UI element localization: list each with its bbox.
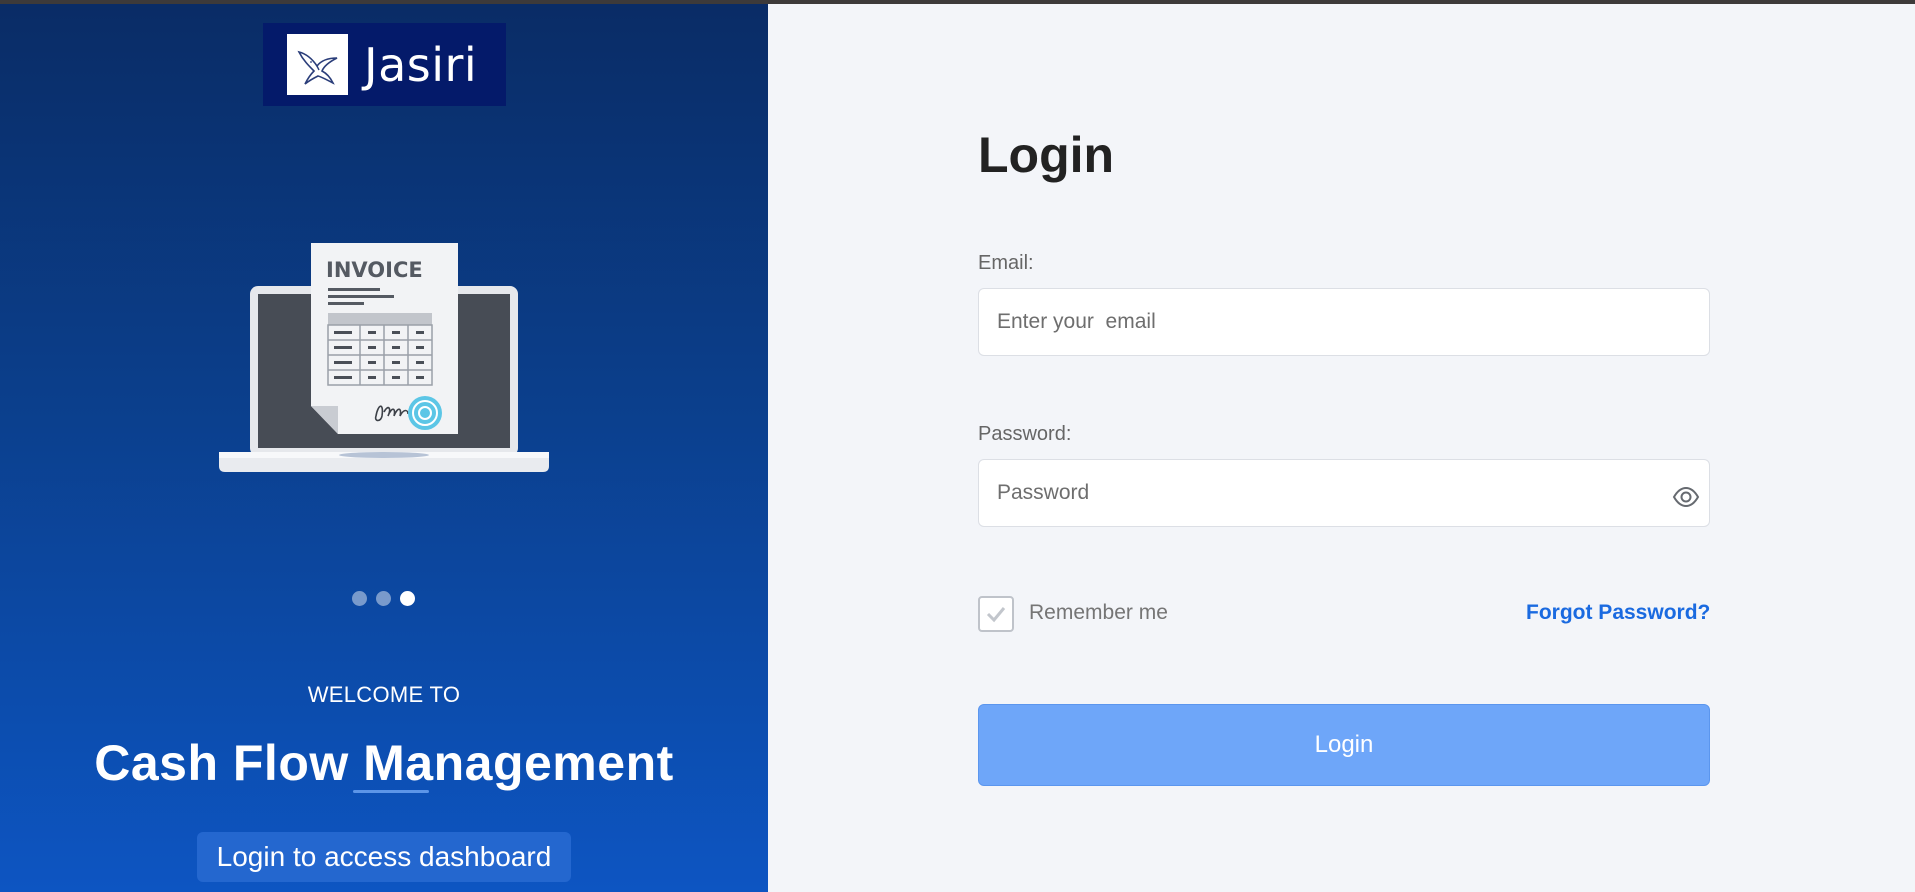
title-underline <box>353 790 429 793</box>
branding-panel: Jasiri INVOICE WELCOME TO Cash Flow Mana… <box>0 4 768 892</box>
carousel-dot-2[interactable] <box>376 591 391 606</box>
eagle-icon <box>287 34 348 95</box>
dashboard-login-button[interactable]: Login to access dashboard <box>197 832 571 882</box>
check-icon <box>986 607 1006 623</box>
carousel-indicators <box>352 591 415 606</box>
welcome-kicker: WELCOME TO <box>307 682 461 707</box>
app-title: Cash Flow Management <box>94 735 674 791</box>
email-label: Email: <box>978 252 1034 274</box>
brand-logo: Jasiri <box>263 23 506 106</box>
carousel-dot-3[interactable] <box>400 591 415 606</box>
remember-me-checkbox[interactable] <box>978 596 1014 632</box>
form-title: Login <box>978 127 1115 183</box>
forgot-password-link[interactable]: Forgot Password? <box>1526 601 1710 625</box>
carousel-dot-1[interactable] <box>352 591 367 606</box>
eye-icon[interactable] <box>1670 481 1702 513</box>
brand-name: Jasiri <box>364 37 478 92</box>
login-submit-button[interactable]: Login <box>978 704 1710 786</box>
invoice-laptop-illustration: INVOICE <box>216 236 551 476</box>
remember-me-label: Remember me <box>1029 601 1168 624</box>
browser-top-strip <box>0 0 1915 4</box>
password-label: Password: <box>978 423 1072 445</box>
invoice-heading: INVOICE <box>326 258 423 282</box>
email-input[interactable] <box>978 288 1710 356</box>
password-input[interactable] <box>978 459 1710 527</box>
